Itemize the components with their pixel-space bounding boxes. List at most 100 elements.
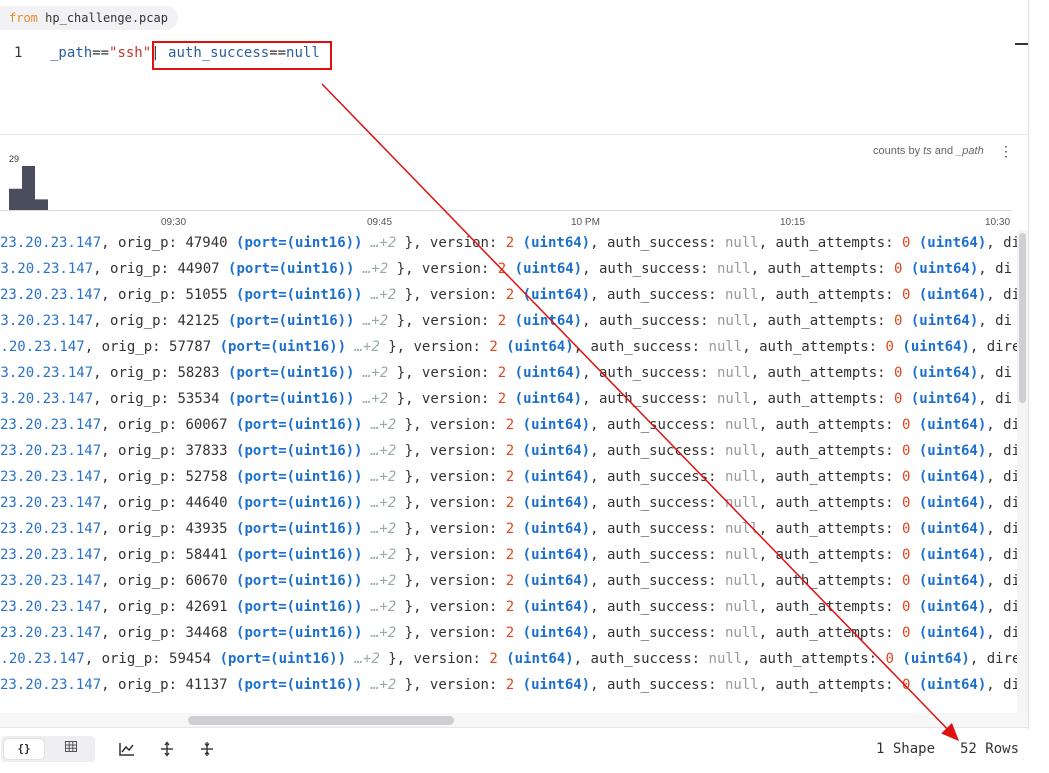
row-close: }, version: [396,469,506,485]
histogram-bar[interactable] [35,199,48,210]
row-null: null [716,391,751,407]
row-null: null [724,573,759,589]
row-attempts: 0 [885,339,894,355]
row-port-type: (port=(uint16)) [236,443,363,459]
row-close: }, version: [388,261,498,277]
row-port-type: (port=(uint16)) [236,677,363,693]
row-ip: 23.20.23.147 [0,417,102,433]
result-row[interactable]: 23.20.23.147, orig_p: 44640 (port=(uint1… [0,490,1017,516]
row-more: …+2 [362,365,389,381]
row-auth-attempts-key: , auth_attempts: [758,521,902,537]
row-port: 42691 [185,599,228,615]
row-version: 2 [489,339,498,355]
result-row[interactable]: 23.20.23.147, orig_p: 52758 (port=(uint1… [0,464,1017,490]
row-tail: , dire [969,339,1017,355]
row-uint64: (uint64) [902,339,970,355]
row-auth-attempts-key: , auth_attempts: [758,235,902,251]
result-row[interactable]: 23.20.23.147, orig_p: 37833 (port=(uint1… [0,438,1017,464]
result-row[interactable]: 23.20.23.147, orig_p: 60670 (port=(uint1… [0,568,1017,594]
row-orig-p-key: , orig_p: [101,599,186,615]
source-tab[interactable]: from hp_challenge.pcap [0,6,178,30]
highlight-box [152,41,332,70]
row-port: 52758 [185,469,228,485]
row-uint64: (uint64) [918,287,987,303]
row-auth-success-key: , auth_success: [573,651,709,667]
row-close: }, version: [396,417,506,433]
row-orig-p-key: , orig_p: [101,417,186,433]
horizontal-scrollbar-thumb[interactable] [188,716,454,725]
row-ip: 23.20.23.147 [0,287,102,303]
result-row[interactable]: 23.20.23.147, orig_p: 60067 (port=(uint1… [0,412,1017,438]
row-tail: , di [986,235,1017,251]
result-row[interactable]: 23.20.23.147, orig_p: 53534 (port=(uint1… [0,386,1017,412]
horizontal-scrollbar-track[interactable] [0,713,1028,727]
row-more: …+2 [370,573,397,589]
row-orig-p-key: , orig_p: [93,261,178,277]
row-auth-success-key: , auth_success: [573,339,709,355]
collapse-button[interactable] [196,738,218,760]
histogram-bar[interactable] [22,166,35,210]
row-uint64: (uint64) [918,599,987,615]
row-orig-p-key: , orig_p: [101,469,186,485]
row-auth-success-key: , auth_success: [582,391,717,407]
row-more: …+2 [370,469,397,485]
expand-button[interactable] [156,738,178,760]
row-auth-success-key: , auth_success: [590,443,725,459]
result-row[interactable]: 23.20.23.147, orig_p: 41137 (port=(uint1… [0,672,1017,698]
row-more: …+2 [370,547,397,563]
histogram-chart[interactable] [0,150,1012,212]
vertical-scrollbar-thumb[interactable] [1019,233,1026,403]
row-close: }, version: [396,521,506,537]
result-row[interactable]: 3.20.23.147, orig_p: 59454 (port=(uint16… [0,646,1017,672]
row-auth-success-key: , auth_success: [590,625,725,641]
row-tail: , di [986,677,1017,693]
row-more: …+2 [370,521,397,537]
result-row[interactable]: 23.20.23.147, orig_p: 51055 (port=(uint1… [0,282,1017,308]
row-null: null [724,677,759,693]
row-null: null [724,547,759,563]
row-null: null [708,339,743,355]
row-version: 2 [505,521,515,537]
histogram-x-tick: 10 PM [571,217,600,228]
row-auth-attempts-key: , auth_attempts: [758,417,902,433]
row-tail: , di [986,573,1017,589]
row-uint64: (uint64) [918,469,987,485]
row-uint64: (uint64) [522,287,591,303]
row-more: …+2 [370,625,397,641]
row-null: null [716,313,751,329]
table-view-button[interactable] [60,739,82,759]
results-list[interactable]: 23.20.23.147, orig_p: 47940 (port=(uint1… [0,230,1017,713]
row-uint64: (uint64) [514,261,583,277]
row-auth-success-key: , auth_success: [590,599,725,615]
row-ip: 23.20.23.147 [0,521,102,537]
result-row[interactable]: 3.20.23.147, orig_p: 57787 (port=(uint16… [0,334,1017,360]
result-row[interactable]: 23.20.23.147, orig_p: 58283 (port=(uint1… [0,360,1017,386]
result-row[interactable]: 23.20.23.147, orig_p: 34468 (port=(uint1… [0,620,1017,646]
row-tail: , di [986,495,1017,511]
row-uint64: (uint64) [522,417,591,433]
row-version: 2 [505,417,515,433]
row-version: 2 [505,625,515,641]
result-row[interactable]: 23.20.23.147, orig_p: 43935 (port=(uint1… [0,516,1017,542]
histogram-bar[interactable] [9,188,22,210]
row-uint64: (uint64) [522,547,591,563]
result-row[interactable]: 23.20.23.147, orig_p: 47940 (port=(uint1… [0,230,1017,256]
row-port: 44640 [185,495,228,511]
json-view-button[interactable]: {} [4,739,44,759]
row-tail: , di [986,287,1017,303]
shape-count: 1 Shape [876,741,936,757]
result-row[interactable]: 23.20.23.147, orig_p: 42691 (port=(uint1… [0,594,1017,620]
row-auth-attempts-key: , auth_attempts: [742,339,886,355]
row-close: }, version: [396,677,506,693]
chart-button[interactable] [116,738,138,760]
row-more: …+2 [370,495,397,511]
editor-scroll-marker [1015,43,1028,45]
result-row[interactable]: 23.20.23.147, orig_p: 44907 (port=(uint1… [0,256,1017,282]
row-port: 60670 [185,573,228,589]
row-port-type: (port=(uint16)) [236,417,363,433]
row-ip: 23.20.23.147 [0,391,94,407]
result-row[interactable]: 23.20.23.147, orig_p: 58441 (port=(uint1… [0,542,1017,568]
result-row[interactable]: 23.20.23.147, orig_p: 42125 (port=(uint1… [0,308,1017,334]
row-port-type: (port=(uint16)) [228,365,355,381]
row-version: 2 [497,313,507,329]
